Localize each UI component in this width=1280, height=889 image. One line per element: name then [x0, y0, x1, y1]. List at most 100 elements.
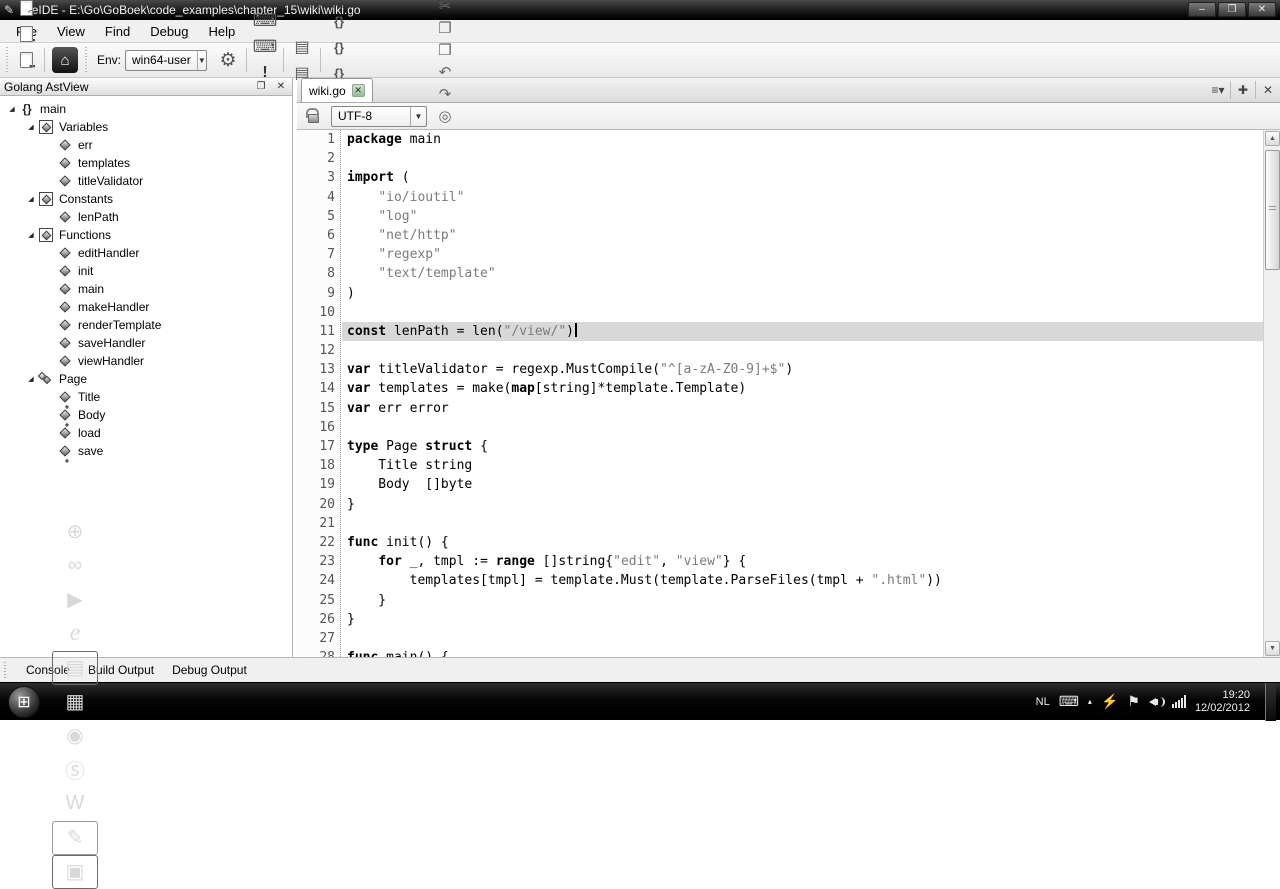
chevron-down-icon[interactable]: ▼: [197, 51, 206, 70]
code-line[interactable]: Body []byte: [342, 475, 1263, 494]
paste-icon[interactable]: ❒: [433, 39, 457, 61]
code-line[interactable]: package main: [342, 130, 1263, 149]
code-line[interactable]: "log": [342, 207, 1263, 226]
tree-item-makeHandler[interactable]: makeHandler: [0, 298, 292, 316]
expand-arrow-icon[interactable]: ◢: [25, 195, 37, 203]
save-file-icon[interactable]: ▪: [13, 21, 39, 47]
record-macro-icon[interactable]: ◎: [433, 105, 457, 127]
copy-icon[interactable]: ❐: [433, 17, 457, 39]
code-line[interactable]: func init() {: [342, 533, 1263, 552]
tree-item-viewHandler[interactable]: viewHandler: [0, 352, 292, 370]
code-view[interactable]: 1234567891011121314151617181920212223242…: [297, 130, 1280, 657]
tree-item-init[interactable]: init: [0, 262, 292, 280]
code-line[interactable]: [342, 514, 1263, 533]
scroll-up-icon[interactable]: ▲: [1265, 131, 1280, 146]
code-line[interactable]: var err error: [342, 399, 1263, 418]
start-button[interactable]: ⊞: [8, 686, 40, 718]
code-line[interactable]: ): [342, 284, 1263, 303]
code-line[interactable]: [342, 418, 1263, 437]
code-line[interactable]: "regexp": [342, 245, 1263, 264]
fold-braces-icon-1[interactable]: {}: [326, 8, 352, 34]
taskbar-infinity-icon[interactable]: ∞: [52, 549, 98, 583]
encoding-select[interactable]: UTF-8 ▼: [331, 106, 427, 127]
taskbar-liteide-icon[interactable]: ✎: [52, 821, 98, 855]
vertical-scrollbar[interactable]: ▲ ▼: [1263, 130, 1280, 657]
tree-item-err[interactable]: err: [0, 136, 292, 154]
output-tab-debug-output[interactable]: Debug Output: [163, 661, 256, 679]
fold-braces-icon-2[interactable]: {}: [326, 34, 352, 60]
tree-item-main[interactable]: ◢{}main: [0, 100, 292, 118]
menu-view[interactable]: View: [47, 22, 95, 41]
save-all-icon[interactable]: ▪▪: [13, 47, 39, 73]
env-select[interactable]: win64-user ▼: [125, 50, 207, 71]
power-icon[interactable]: ⚡: [1101, 693, 1118, 710]
action-center-flag-icon[interactable]: ⚑: [1127, 693, 1140, 710]
options-gear-icon[interactable]: ⚙: [215, 47, 241, 73]
undo-icon[interactable]: ↶: [433, 61, 457, 83]
cut-icon[interactable]: ✂: [433, 0, 457, 17]
menu-find[interactable]: Find: [95, 22, 140, 41]
expand-arrow-icon[interactable]: ◢: [25, 123, 37, 131]
code-line[interactable]: [342, 341, 1263, 360]
show-desktop-button[interactable]: [1265, 683, 1276, 721]
tree-item-load[interactable]: load: [0, 424, 292, 442]
tree-item-Functions[interactable]: ◢Functions: [0, 226, 292, 244]
menu-debug[interactable]: Debug: [140, 22, 198, 41]
tree-item-saveHandler[interactable]: saveHandler: [0, 334, 292, 352]
code-line[interactable]: [342, 629, 1263, 648]
restore-button[interactable]: ❐: [1218, 2, 1246, 17]
tab-close-icon[interactable]: ✕: [352, 84, 365, 97]
code-line[interactable]: func main() {: [342, 648, 1263, 657]
code-line[interactable]: for _, tmpl := range []string{"edit", "v…: [342, 552, 1263, 571]
taskbar-photo-viewer-icon[interactable]: ▣: [52, 855, 98, 889]
volume-icon[interactable]: [1149, 696, 1163, 708]
redo-icon[interactable]: ↷: [433, 83, 457, 105]
code-line[interactable]: "text/template": [342, 264, 1263, 283]
tree-item-titleValidator[interactable]: titleValidator: [0, 172, 292, 190]
lock-icon[interactable]: [301, 105, 325, 127]
tree-item-Body[interactable]: Body: [0, 406, 292, 424]
taskbar-skype-icon[interactable]: Ⓢ: [52, 753, 98, 787]
code-line[interactable]: const lenPath = len("/view/"): [342, 322, 1263, 341]
home-button[interactable]: ⌂: [52, 47, 78, 73]
split-add-icon[interactable]: ✚: [1231, 80, 1255, 100]
scroll-down-icon[interactable]: ▼: [1265, 641, 1280, 656]
menu-help[interactable]: Help: [199, 22, 246, 41]
code-line[interactable]: "net/http": [342, 226, 1263, 245]
scrollbar-thumb[interactable]: [1265, 150, 1280, 270]
code-line[interactable]: Title string: [342, 456, 1263, 475]
toolbar-grip[interactable]: [4, 47, 10, 73]
code-line[interactable]: }: [342, 495, 1263, 514]
code-line[interactable]: import (: [342, 168, 1263, 187]
close-editor-icon[interactable]: ✕: [1256, 80, 1280, 100]
build-icon[interactable]: ⌨: [252, 0, 278, 8]
tree-item-save[interactable]: save: [0, 442, 292, 460]
code-text[interactable]: package main import ( "io/ioutil" "log" "…: [342, 130, 1263, 657]
code-line[interactable]: [342, 149, 1263, 168]
code-line[interactable]: type Page struct {: [342, 437, 1263, 456]
code-line[interactable]: var templates = make(map[string]*templat…: [342, 379, 1263, 398]
taskbar-explorer-icon[interactable]: ▤: [52, 651, 98, 685]
open-file-icon[interactable]: ↷: [13, 0, 39, 21]
close-button[interactable]: ✕: [1248, 2, 1276, 17]
keyboard-layout-icon[interactable]: ⌨: [1059, 693, 1079, 710]
export-doc-icon[interactable]: ▤: [289, 34, 315, 60]
tree-item-Constants[interactable]: ◢Constants: [0, 190, 292, 208]
float-panel-icon[interactable]: ❐: [254, 81, 268, 92]
network-signal-icon[interactable]: [1172, 695, 1186, 708]
expand-arrow-icon[interactable]: ◢: [25, 375, 37, 383]
code-line[interactable]: "io/ioutil": [342, 188, 1263, 207]
tab-wiki-go[interactable]: wiki.go ✕: [301, 78, 373, 102]
code-line[interactable]: var titleValidator = regexp.MustCompile(…: [342, 360, 1263, 379]
tree-item-templates[interactable]: templates: [0, 154, 292, 172]
code-line[interactable]: }: [342, 591, 1263, 610]
tree-item-main[interactable]: main: [0, 280, 292, 298]
taskbar-internet-explorer-icon[interactable]: e: [52, 617, 98, 651]
window-list-icon[interactable]: ≡▾: [1206, 80, 1230, 100]
build-edit-icon[interactable]: ⌨: [252, 8, 278, 34]
code-line[interactable]: templates[tmpl] = template.Must(template…: [342, 571, 1263, 590]
tree-item-Page[interactable]: ◢Page: [0, 370, 292, 388]
tree-item-editHandler[interactable]: editHandler: [0, 244, 292, 262]
tree-item-Title[interactable]: Title: [0, 388, 292, 406]
taskbar-firefox-icon[interactable]: ◉: [52, 719, 98, 753]
